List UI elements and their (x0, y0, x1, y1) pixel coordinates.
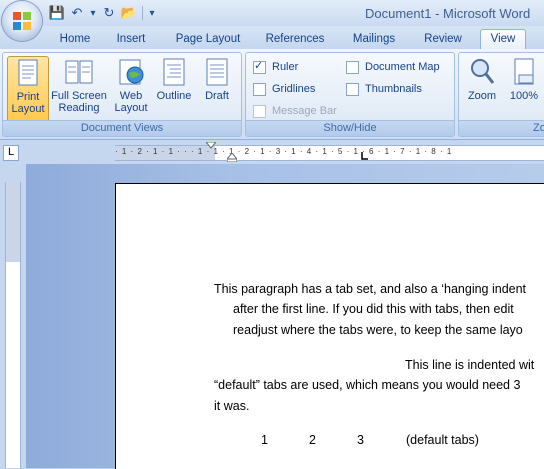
page-100-icon (514, 58, 534, 85)
show-hide-label: Show/Hide (246, 120, 454, 136)
draft-button[interactable]: Draft (199, 56, 235, 102)
first-line-indent-icon[interactable] (206, 142, 216, 149)
zoom-group-label: Zo (459, 120, 544, 136)
default-tab-1: 1 (261, 433, 268, 447)
print-layout-icon (18, 59, 38, 86)
message-bar-check-icon (253, 104, 266, 118)
default-tab-3: 3 (357, 433, 364, 447)
default-tab-2: 2 (309, 433, 316, 447)
doc-line-4: This line is indented wit (405, 358, 535, 372)
title-bar: 💾 ↶ ▾ ↻ 📂 ▾ Document1 - Microsoft Word (0, 0, 544, 41)
save-icon[interactable]: 💾 (48, 4, 66, 22)
doc-line-1: This paragraph has a tab set, and also a… (214, 282, 527, 296)
thumbnails-checkbox[interactable]: Thumbnails (346, 81, 422, 97)
ruler-label: Ruler (272, 61, 299, 73)
tab-selector-button[interactable]: L (3, 145, 19, 161)
magnifier-icon (471, 59, 495, 84)
doc-line-2: after the first line. If you did this wi… (233, 302, 514, 316)
message-bar-label: Message Bar (272, 105, 337, 117)
gridlines-checkbox[interactable]: Gridlines (253, 81, 315, 97)
redo-icon[interactable]: ↻ (100, 4, 118, 22)
document-page[interactable]: This paragraph has a tab set, and also a… (115, 183, 544, 469)
thumbnails-label: Thumbnails (365, 83, 422, 95)
hanging-indent-icon[interactable] (227, 153, 237, 162)
office-logo-icon (13, 12, 31, 30)
tab-home[interactable]: Home (56, 30, 94, 49)
document-map-checkbox[interactable]: Document Map (346, 59, 440, 75)
outline-label: Outline (156, 90, 192, 102)
draft-icon (206, 58, 228, 86)
gridlines-label: Gridlines (272, 83, 316, 95)
quick-access-toolbar: 💾 ↶ ▾ ↻ 📂 ▾ (48, 4, 157, 22)
print-layout-label: Print Layout (11, 91, 45, 115)
full-screen-reading-label: Full Screen Reading (51, 90, 107, 114)
message-bar-checkbox[interactable]: Message Bar (253, 103, 337, 119)
thumbnails-check-icon (346, 82, 359, 96)
outline-icon (163, 58, 185, 86)
tab-mailings[interactable]: Mailings (347, 30, 401, 49)
vertical-ruler-bar (0, 164, 26, 468)
undo-dropdown-icon[interactable]: ▾ (88, 4, 98, 22)
office-button[interactable] (2, 1, 42, 41)
tab-stop-icon[interactable] (361, 152, 369, 160)
tab-view[interactable]: View (480, 29, 526, 50)
ruler-checkbox[interactable]: Ruler (253, 59, 298, 75)
doc-line-5: “default” tabs are used, which means you… (214, 378, 521, 392)
open-icon[interactable]: 📂 (120, 4, 138, 22)
ruler-ticks: · 1 · 2 · 1 · 1 · · · 1 · 1 · 1 · 2 · 1 … (115, 147, 453, 156)
tab-references[interactable]: References (262, 30, 328, 49)
web-layout-icon (119, 59, 144, 85)
ribbon: Print Layout Full Screen Reading Web Lay… (0, 49, 544, 140)
customize-qat-icon[interactable]: ▾ (147, 4, 157, 22)
print-layout-button[interactable]: Print Layout (7, 56, 49, 122)
zoom-button[interactable]: Zoom (463, 56, 501, 102)
outline-button[interactable]: Outline (153, 56, 195, 102)
draft-label: Draft (205, 90, 229, 102)
default-tabs-note: (default tabs) (406, 433, 479, 447)
web-layout-button[interactable]: Web Layout (111, 56, 151, 114)
ruler-check-icon (253, 59, 266, 74)
ribbon-tabs: Home Insert Page Layout References Maili… (0, 26, 544, 50)
vertical-ruler-top-margin (6, 182, 20, 262)
vertical-ruler[interactable] (5, 182, 21, 468)
tab-insert[interactable]: Insert (111, 30, 151, 49)
doc-line-3: readjust where the tabs were, to keep th… (233, 323, 523, 337)
undo-icon[interactable]: ↶ (68, 4, 86, 22)
tab-page-layout[interactable]: Page Layout (170, 30, 246, 49)
full-screen-reading-button[interactable]: Full Screen Reading (51, 56, 107, 114)
document-map-label: Document Map (365, 61, 440, 73)
document-views-label: Document Views (3, 120, 241, 136)
window-title: Document1 - Microsoft Word (365, 6, 531, 21)
group-document-views: Print Layout Full Screen Reading Web Lay… (2, 52, 242, 137)
toolbar-divider (142, 6, 143, 20)
tab-review[interactable]: Review (419, 30, 467, 49)
group-zoom: Zoom 100% Zo (458, 52, 544, 137)
zoom-100-label: 100% (509, 90, 539, 102)
full-screen-reading-icon (65, 60, 93, 84)
doc-line-6: it was. (214, 399, 250, 413)
web-layout-label: Web Layout (114, 90, 148, 114)
horizontal-ruler[interactable]: · 1 · 2 · 1 · 1 · · · 1 · 1 · 1 · 2 · 1 … (115, 142, 544, 162)
group-show-hide: Ruler Gridlines Message Bar Document Map… (245, 52, 455, 137)
document-map-check-icon (346, 60, 359, 74)
zoom-label: Zoom (467, 90, 497, 102)
gridlines-check-icon (253, 82, 266, 96)
zoom-100-button[interactable]: 100% (505, 56, 543, 102)
ruler-bar: L · 1 · 2 · 1 · 1 · · · 1 · 1 · 1 · 2 · … (0, 140, 544, 164)
